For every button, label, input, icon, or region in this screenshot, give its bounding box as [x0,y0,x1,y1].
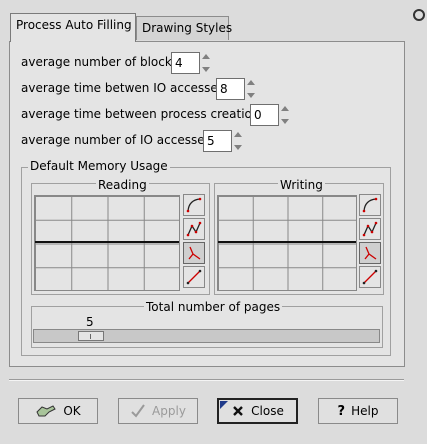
reading-title: Reading [96,178,149,192]
curve-rising-icon [362,197,378,213]
avg-io-count-stepper[interactable] [233,130,244,152]
pages-title: Total number of pages [144,300,283,314]
avg-io-time-stepper[interactable] [246,78,257,100]
close-button[interactable]: Close [217,398,298,424]
writing-title: Writing [278,178,325,192]
tab-process-auto-filling[interactable]: Process Auto Filling [10,13,136,42]
curve-linear-icon [362,269,378,285]
window-control-icon[interactable] [413,9,425,21]
curve-falling-icon [364,246,377,260]
reading-curve-rising-button[interactable] [183,194,205,216]
pages-value: 5 [86,315,94,329]
apply-button[interactable]: Apply [118,398,198,424]
tab-label: Drawing Styles [142,21,233,35]
curve-wave-icon [362,221,378,237]
help-button[interactable]: ? Help [318,398,398,424]
close-icon [233,406,243,416]
curve-rising-icon [186,197,202,213]
curve-falling-icon [188,246,201,260]
dialog-window: Process Auto Filling Drawing Styles aver… [0,0,427,444]
memory-usage-title: Default Memory Usage [28,159,170,173]
help-label: Help [351,404,379,418]
help-icon: ? [337,403,346,419]
apply-label: Apply [152,404,186,418]
avg-blocks-stepper[interactable] [201,52,212,74]
reading-curve-falling-button[interactable] [183,242,205,264]
avg-creation-time-stepper[interactable] [280,104,291,126]
reading-curve-linear-button[interactable] [183,266,205,288]
close-label: Close [251,404,284,418]
reading-graph-axis [35,241,179,243]
avg-creation-time-input[interactable]: 0 [250,104,279,126]
tab-label: Process Auto Filling [16,18,132,32]
ok-button[interactable]: OK [18,398,98,424]
writing-graph[interactable] [217,195,357,291]
writing-graph-axis [218,241,356,243]
pages-slider[interactable] [33,329,380,343]
avg-blocks-input[interactable]: 4 [171,52,200,74]
avg-io-count-input[interactable]: 5 [203,130,232,152]
avg-io-time-label: average time betwen IO accesses [21,81,225,95]
pages-slider-handle[interactable] [78,331,104,341]
avg-blocks-label: average number of blocks [21,55,179,69]
ok-hand-icon [36,405,57,417]
avg-io-time-input[interactable]: 8 [216,78,245,100]
separator [9,379,404,381]
writing-curve-linear-button[interactable] [359,266,381,288]
avg-creation-time-label: average time between process creation [21,107,260,121]
curve-wave-icon [186,221,202,237]
writing-curve-falling-button[interactable] [359,242,381,264]
writing-curve-rising-button[interactable] [359,194,381,216]
tab-drawing-styles[interactable]: Drawing Styles [136,16,233,40]
writing-curve-wave-button[interactable] [359,218,381,240]
default-marker-icon [220,401,228,409]
reading-curve-wave-button[interactable] [183,218,205,240]
ok-label: OK [63,404,81,418]
check-icon [131,404,145,418]
curve-linear-icon [186,269,202,285]
avg-io-count-label: average number of IO accesses [21,133,211,147]
reading-graph[interactable] [34,195,180,291]
